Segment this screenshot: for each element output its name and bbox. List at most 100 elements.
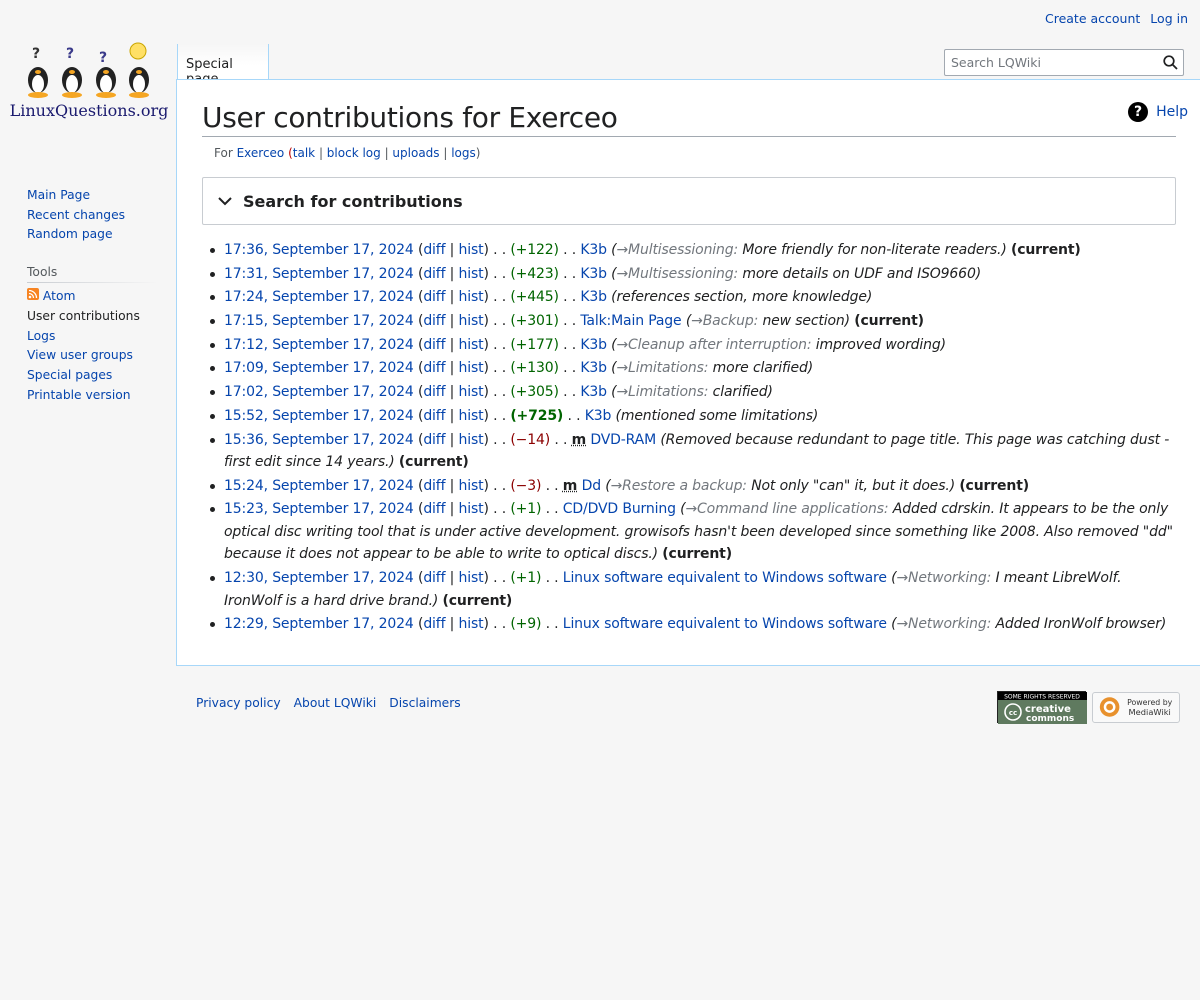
contribution-timestamp-link[interactable]: 15:23, September 17, 2024	[224, 501, 414, 517]
help-link[interactable]: ? Help	[1128, 102, 1188, 122]
section-link[interactable]: →Cleanup after interruption:	[616, 337, 811, 353]
contribution-timestamp-link[interactable]: 12:29, September 17, 2024	[224, 616, 414, 632]
contribution-page-link[interactable]: Linux software equivalent to Windows sof…	[563, 616, 887, 632]
section-link[interactable]: →Networking:	[896, 570, 991, 586]
edit-summary: (→Restore a backup: Not only "can" it, b…	[605, 477, 955, 494]
diff-link[interactable]: diff	[423, 242, 445, 258]
diff-link[interactable]: diff	[423, 408, 445, 424]
help-label[interactable]: Help	[1156, 104, 1188, 120]
contribution-page-link[interactable]: Linux software equivalent to Windows sof…	[563, 570, 887, 586]
hist-link[interactable]: hist	[459, 432, 484, 448]
hist-link[interactable]: hist	[459, 570, 484, 586]
contribution-timestamp-link[interactable]: 15:36, September 17, 2024	[224, 432, 414, 448]
svg-text:cc: cc	[1009, 709, 1017, 717]
contribution-page-link[interactable]: DVD-RAM	[590, 432, 656, 448]
login-link[interactable]: Log in	[1150, 11, 1188, 26]
contribution-page-link[interactable]: K3b	[580, 384, 607, 400]
size-change: (+9)	[510, 616, 542, 633]
diff-link[interactable]: diff	[423, 616, 445, 632]
hist-link[interactable]: hist	[459, 337, 484, 353]
contribution-page-link[interactable]: Talk:Main Page	[580, 313, 681, 329]
section-link[interactable]: →Backup:	[691, 313, 758, 329]
disclaimers-link[interactable]: Disclaimers	[389, 696, 460, 710]
search-contributions-toggle[interactable]: Search for contributions	[202, 177, 1176, 225]
diff-link[interactable]: diff	[423, 266, 445, 282]
contribution-timestamp-link[interactable]: 17:15, September 17, 2024	[224, 313, 414, 329]
diff-link[interactable]: diff	[423, 501, 445, 517]
hist-link[interactable]: hist	[459, 242, 484, 258]
section-link[interactable]: →Multisessioning:	[616, 242, 738, 258]
create-account-link[interactable]: Create account	[1045, 11, 1140, 26]
sidebar-item-recent-changes[interactable]: Recent changes	[27, 206, 157, 226]
contribution-timestamp-link[interactable]: 12:30, September 17, 2024	[224, 570, 414, 586]
creative-commons-badge[interactable]: SOME RIGHTS RESERVED cc creative commons	[997, 691, 1087, 724]
contribution-timestamp-link[interactable]: 17:31, September 17, 2024	[224, 266, 414, 282]
diff-link[interactable]: diff	[423, 313, 445, 329]
diff-link[interactable]: diff	[423, 360, 445, 376]
sidebar-item-printable-version[interactable]: Printable version	[27, 386, 157, 406]
contribution-page-link[interactable]: K3b	[585, 408, 612, 424]
uploads-link[interactable]: uploads	[392, 146, 439, 160]
diff-link[interactable]: diff	[423, 478, 445, 494]
hist-link[interactable]: hist	[459, 360, 484, 376]
hist-link[interactable]: hist	[459, 478, 484, 494]
block-log-link[interactable]: block log	[327, 146, 381, 160]
hist-link[interactable]: hist	[459, 408, 484, 424]
diff-link[interactable]: diff	[423, 289, 445, 305]
contribution-timestamp-link[interactable]: 17:12, September 17, 2024	[224, 337, 414, 353]
logs-link[interactable]: logs	[451, 146, 476, 160]
sidebar-item-logs[interactable]: Logs	[27, 327, 157, 347]
sidebar-item-main-page[interactable]: Main Page	[27, 186, 157, 206]
search-button[interactable]	[1157, 50, 1183, 75]
about-link[interactable]: About LQWiki	[294, 696, 377, 710]
talk-link[interactable]: talk	[293, 146, 315, 160]
contribution-page-link[interactable]: Dd	[582, 478, 602, 494]
privacy-policy-link[interactable]: Privacy policy	[196, 696, 281, 710]
hist-link[interactable]: hist	[459, 384, 484, 400]
sidebar-item-random-page[interactable]: Random page	[27, 225, 157, 245]
section-link[interactable]: →Limitations:	[616, 384, 708, 400]
section-link[interactable]: →Command line applications:	[685, 501, 888, 517]
hist-link[interactable]: hist	[459, 289, 484, 305]
contribution-page-link[interactable]: K3b	[580, 266, 607, 282]
sidebar-item-view-user-groups[interactable]: View user groups	[27, 346, 157, 366]
section-link[interactable]: →Limitations:	[616, 360, 708, 376]
sidebar-item-user-contributions[interactable]: User contributions	[27, 307, 157, 327]
contribution-page-link[interactable]: K3b	[580, 360, 607, 376]
contribution-timestamp-link[interactable]: 17:36, September 17, 2024	[224, 242, 414, 258]
sidebar-item-special-pages[interactable]: Special pages	[27, 366, 157, 386]
diff-link[interactable]: diff	[423, 432, 445, 448]
contribution-row: 17:09, September 17, 2024 (diff | hist) …	[210, 357, 1179, 380]
mediawiki-icon: Powered by MediaWiki	[1099, 697, 1173, 717]
contribution-page-link[interactable]: K3b	[580, 337, 607, 353]
contribution-page-link[interactable]: K3b	[580, 242, 607, 258]
section-link[interactable]: →Multisessioning:	[616, 266, 738, 282]
user-link[interactable]: Exerceo	[237, 146, 285, 160]
contribution-page-link[interactable]: K3b	[580, 289, 607, 305]
diff-link[interactable]: diff	[423, 337, 445, 353]
diff-link[interactable]: diff	[423, 384, 445, 400]
contribution-timestamp-link[interactable]: 15:52, September 17, 2024	[224, 408, 414, 424]
sidebar-tools-heading: Tools	[27, 265, 157, 284]
sidebar-item-atom[interactable]: Atom	[27, 287, 157, 307]
hist-link[interactable]: hist	[459, 266, 484, 282]
hist-link[interactable]: hist	[459, 501, 484, 517]
section-link[interactable]: →Restore a backup:	[611, 478, 747, 494]
contribution-page-link[interactable]: CD/DVD Burning	[563, 501, 676, 517]
tab-special-page[interactable]: Special page	[177, 44, 269, 87]
sidebar-navigation: Main Page Recent changes Random page	[27, 186, 157, 245]
search-input[interactable]	[945, 50, 1157, 75]
site-logo[interactable]: ? ? ? LinuxQuestions.org	[10, 40, 168, 124]
sidebar-tools: Atom User contributions Logs View user g…	[27, 287, 157, 405]
contribution-timestamp-link[interactable]: 15:24, September 17, 2024	[224, 478, 414, 494]
hist-link[interactable]: hist	[459, 313, 484, 329]
contribution-timestamp-link[interactable]: 17:09, September 17, 2024	[224, 360, 414, 376]
contribution-timestamp-link[interactable]: 17:24, September 17, 2024	[224, 289, 414, 305]
mediawiki-badge[interactable]: Powered by MediaWiki	[1092, 692, 1180, 723]
hist-link[interactable]: hist	[459, 616, 484, 632]
section-link[interactable]: →Networking:	[896, 616, 991, 632]
page-title: User contributions for Exerceo	[202, 100, 1176, 138]
contribution-timestamp-link[interactable]: 17:02, September 17, 2024	[224, 384, 414, 400]
diff-link[interactable]: diff	[423, 570, 445, 586]
edit-comment: improved wording	[811, 336, 941, 353]
